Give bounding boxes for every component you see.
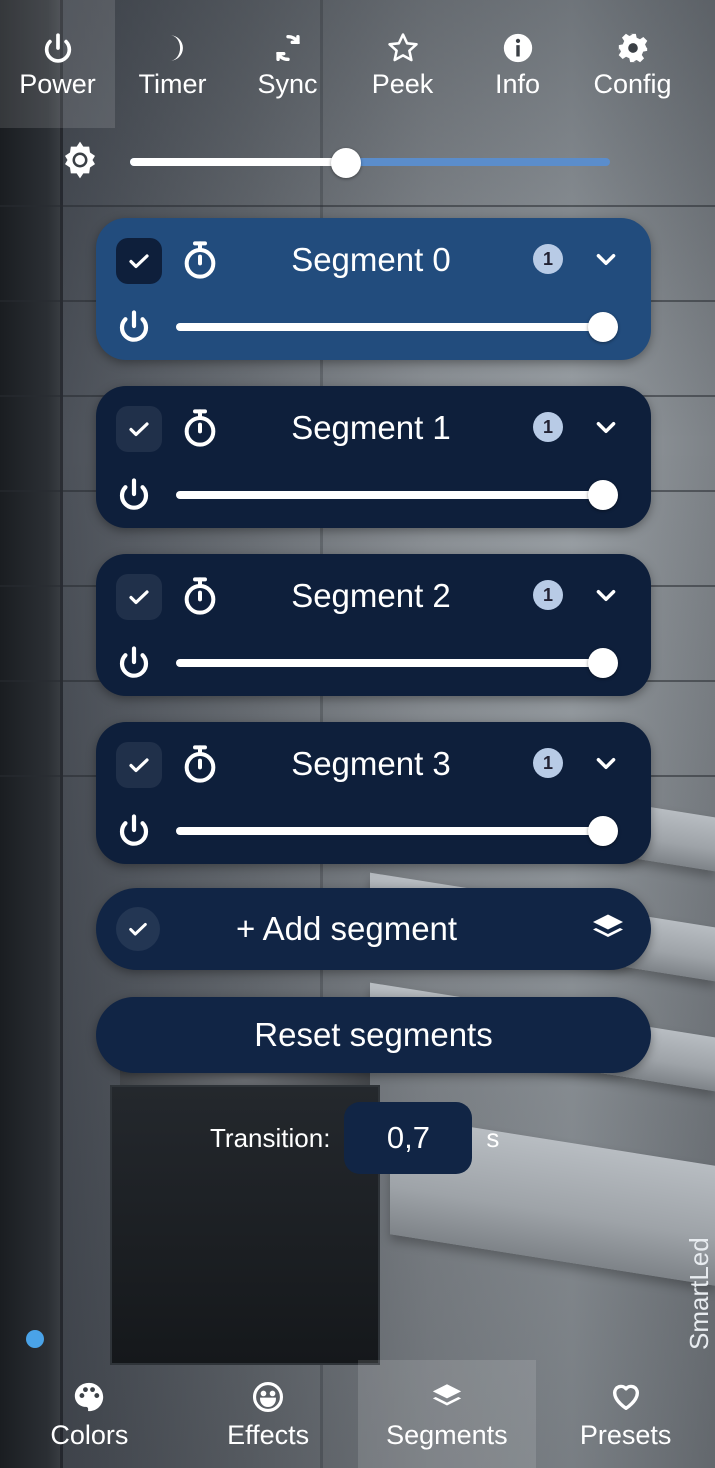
segment-power-icon[interactable] — [116, 308, 152, 344]
segment-card-0[interactable]: Segment 0 1 — [96, 218, 651, 360]
add-segment-label: + Add segment — [236, 910, 458, 947]
tab-colors-label: Colors — [50, 1419, 129, 1450]
brand-label: SmartLed — [684, 1237, 714, 1350]
segment-brightness-slider[interactable] — [176, 648, 618, 678]
segment-name: Segment 0 — [291, 241, 451, 278]
info-icon — [503, 33, 532, 62]
stopwatch-icon[interactable] — [180, 408, 220, 448]
segment-slider-knob[interactable] — [588, 480, 618, 510]
palette-icon — [75, 1382, 104, 1411]
bottom-nav: Colors Effects Segments Presets — [0, 1360, 715, 1468]
layers-icon — [432, 1383, 462, 1405]
segment-select-checkbox[interactable] — [116, 742, 162, 788]
chevron-down-icon[interactable] — [593, 582, 619, 608]
nav-peek-button[interactable]: Peek — [345, 0, 460, 128]
stopwatch-icon[interactable] — [180, 576, 220, 616]
power-icon — [44, 32, 71, 63]
checkmark-icon — [129, 922, 147, 936]
segment-slider-knob[interactable] — [588, 312, 618, 342]
tab-presets[interactable]: Presets — [536, 1360, 715, 1468]
chevron-down-icon[interactable] — [593, 750, 619, 776]
smiley-icon — [253, 1381, 284, 1412]
segment-count-badge: 1 — [533, 412, 563, 442]
segment-power-icon[interactable] — [116, 476, 152, 512]
brightness-knob[interactable] — [331, 148, 361, 178]
star-icon — [387, 32, 418, 61]
reset-segments-button[interactable]: Reset segments — [96, 997, 651, 1073]
transition-input[interactable]: 0,7 — [344, 1102, 473, 1174]
brightness-icon — [65, 141, 95, 179]
top-nav: Power Timer Sync Peek Info Config — [0, 0, 715, 128]
transition-label: Transition: — [210, 1122, 331, 1153]
nav-config-button[interactable]: Config — [575, 0, 690, 128]
transition-unit: s — [486, 1122, 500, 1153]
segment-select-checkbox[interactable] — [116, 238, 162, 284]
segment-slider-knob[interactable] — [588, 816, 618, 846]
nav-timer-label: Timer — [138, 68, 207, 99]
tab-effects[interactable]: Effects — [179, 1360, 358, 1468]
brightness-control — [60, 138, 610, 182]
moon-icon — [169, 34, 183, 61]
segment-select-checkbox[interactable] — [116, 574, 162, 620]
segment-name: Segment 1 — [291, 409, 451, 446]
segment-count-badge: 1 — [533, 748, 563, 778]
checkmark-icon — [129, 758, 149, 773]
tab-presets-label: Presets — [579, 1419, 672, 1450]
chevron-down-icon[interactable] — [593, 246, 619, 272]
tab-segments[interactable]: Segments — [357, 1360, 537, 1468]
segment-name: Segment 2 — [291, 577, 451, 614]
segment-list: Segment 0 1 Segment 1 1 Segment 2 1 Segm… — [96, 218, 651, 890]
add-segment-button[interactable]: + Add segment — [96, 888, 651, 970]
chevron-down-icon[interactable] — [593, 414, 619, 440]
segment-card-2[interactable]: Segment 2 1 — [96, 554, 651, 696]
gear-icon — [618, 33, 647, 62]
segment-count-badge: 1 — [533, 580, 563, 610]
segment-brightness-slider[interactable] — [176, 480, 618, 510]
tab-effects-label: Effects — [227, 1419, 310, 1450]
nav-info-label: Info — [494, 68, 541, 99]
segment-brightness-slider[interactable] — [176, 816, 618, 846]
checkmark-icon — [129, 254, 149, 269]
layers-icon[interactable] — [590, 910, 626, 946]
connection-status-dot — [26, 1330, 44, 1348]
segment-name: Segment 3 — [291, 745, 451, 782]
segment-card-1[interactable]: Segment 1 1 — [96, 386, 651, 528]
tab-segments-label: Segments — [386, 1419, 508, 1450]
nav-sync-label: Sync — [257, 68, 318, 99]
segment-slider-knob[interactable] — [588, 648, 618, 678]
nav-power-button[interactable]: Power — [0, 0, 115, 128]
segment-power-icon[interactable] — [116, 644, 152, 680]
stopwatch-icon[interactable] — [180, 744, 220, 784]
nav-timer-button[interactable]: Timer — [115, 0, 230, 128]
checkmark-icon — [129, 422, 149, 437]
select-all-checkbox[interactable] — [116, 907, 160, 951]
segment-card-3[interactable]: Segment 3 1 — [96, 722, 651, 864]
sync-icon — [275, 34, 300, 61]
checkmark-icon — [129, 590, 149, 605]
nav-info-button[interactable]: Info — [460, 0, 575, 128]
tab-colors[interactable]: Colors — [0, 1360, 179, 1468]
segment-power-icon[interactable] — [116, 812, 152, 848]
brightness-slider[interactable] — [130, 148, 610, 178]
segment-brightness-slider[interactable] — [176, 312, 618, 342]
nav-peek-label: Peek — [371, 68, 434, 99]
transition-control: Transition: 0,7 s — [210, 1102, 499, 1174]
heart-icon — [612, 1384, 639, 1410]
segment-count-badge: 1 — [533, 244, 563, 274]
nav-power-label: Power — [19, 68, 96, 99]
segment-select-checkbox[interactable] — [116, 406, 162, 452]
stopwatch-icon[interactable] — [180, 240, 220, 280]
nav-config-label: Config — [593, 68, 672, 99]
nav-sync-button[interactable]: Sync — [230, 0, 345, 128]
brightness-fill — [130, 158, 346, 166]
